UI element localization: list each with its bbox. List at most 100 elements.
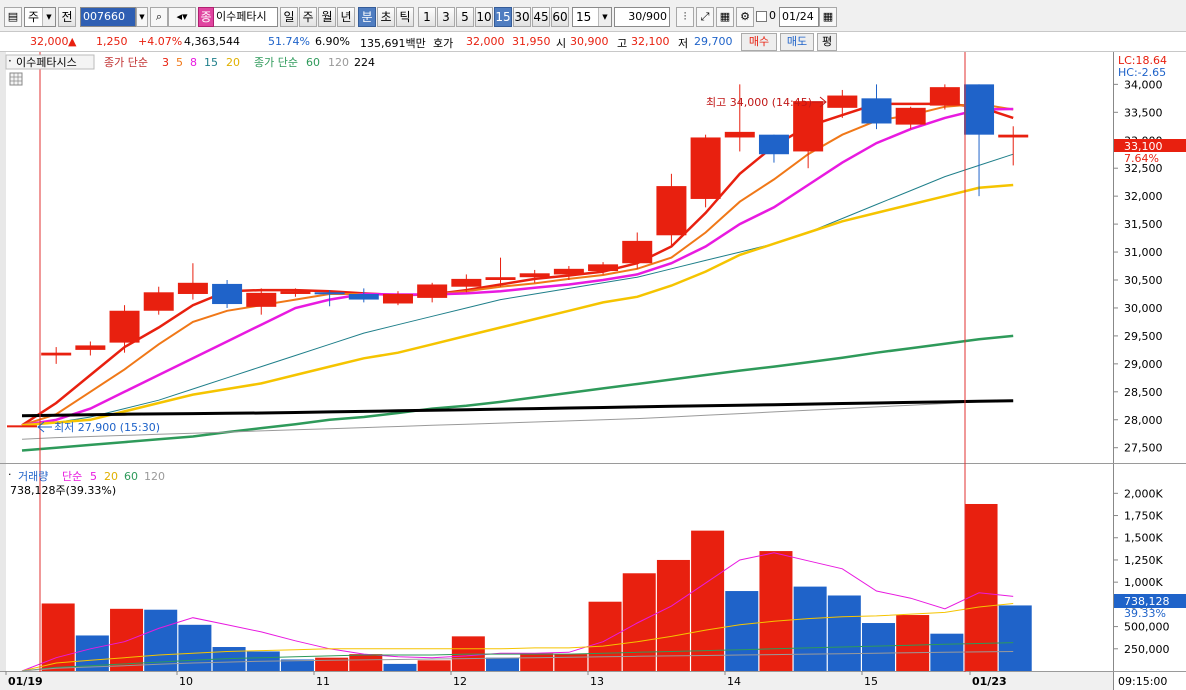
interval-button-5[interactable]: 5 bbox=[456, 7, 474, 27]
candle-body bbox=[964, 84, 995, 135]
period-button-week[interactable]: 주 bbox=[299, 7, 317, 27]
x-tick-label: 10 bbox=[179, 675, 193, 688]
volume-bar bbox=[862, 623, 895, 671]
stock-badge: 종 bbox=[198, 7, 214, 27]
y-tick-label: 34,000 bbox=[1124, 78, 1163, 91]
date-checkbox-label: 0 bbox=[769, 9, 776, 22]
interval-button-45[interactable]: 45 bbox=[532, 7, 550, 27]
interval-button-1[interactable]: 1 bbox=[418, 7, 436, 27]
bid-price: 31,950 bbox=[512, 35, 551, 48]
candle-body bbox=[861, 98, 892, 124]
volume-tick-label: 500,000 bbox=[1124, 621, 1170, 634]
ask-price: 32,000 bbox=[466, 35, 505, 48]
period-select[interactable]: 주 ▼ bbox=[24, 7, 56, 27]
candle-body bbox=[998, 134, 1029, 138]
code-dropdown-icon[interactable]: ▼ bbox=[136, 7, 148, 27]
date-input[interactable]: 01/24 bbox=[779, 7, 819, 27]
search-icon[interactable]: ⌕ bbox=[150, 7, 168, 27]
open-price: 30,900 bbox=[570, 35, 609, 48]
period-button-month[interactable]: 월 bbox=[318, 7, 336, 27]
interval-select[interactable]: 15 ▼ bbox=[572, 7, 612, 27]
chart-menu-icon[interactable]: ▤ bbox=[4, 7, 22, 27]
candle-body bbox=[314, 292, 345, 295]
low-price: 29,700 bbox=[694, 35, 733, 48]
legend-volume-label: 거래량 bbox=[18, 470, 48, 483]
y-tick-label: 32,000 bbox=[1124, 190, 1163, 203]
candle-type-icon[interactable]: ⫶ bbox=[676, 7, 694, 27]
interval-button-15[interactable]: 15 bbox=[494, 7, 512, 27]
legend-ma-label: 종가 단순 bbox=[104, 56, 148, 69]
interval-button-60[interactable]: 60 bbox=[551, 7, 569, 27]
volume-value: 4,363,544 bbox=[184, 35, 240, 48]
y-tick-label: 33,500 bbox=[1124, 106, 1163, 119]
table-icon[interactable] bbox=[9, 72, 23, 86]
period-button-year[interactable]: 년 bbox=[337, 7, 355, 27]
quote-bar: 32,000 ▲ 1,250 +4.07% 4,363,544 51.74% 6… bbox=[0, 32, 1186, 52]
interval-button-3[interactable]: 3 bbox=[437, 7, 455, 27]
high-label: 고 bbox=[617, 37, 628, 50]
candle-body bbox=[451, 278, 482, 287]
volume-bar bbox=[759, 551, 793, 671]
calendar-icon[interactable]: ▦ bbox=[819, 7, 837, 27]
legend-ma120: 120 bbox=[328, 56, 349, 69]
x-tick-label: 11 bbox=[316, 675, 330, 688]
stock-chart[interactable]: 27,500 28,000 28,500 29,000 29,500 30,000 30,5… bbox=[0, 52, 1186, 690]
high-annotation: 최고 34,000 (14:45) bbox=[706, 96, 812, 109]
indicator-icon[interactable]: ▦ bbox=[716, 7, 734, 27]
legend-ma15: 15 bbox=[204, 56, 218, 69]
candle-body bbox=[41, 352, 72, 356]
y-tick-label: 30,000 bbox=[1124, 302, 1163, 315]
chevron-down-icon: ▼ bbox=[42, 8, 55, 26]
chevron-down-icon: ▼ bbox=[598, 8, 611, 26]
candle-body bbox=[280, 291, 311, 294]
prev-button[interactable]: 전 bbox=[58, 7, 76, 27]
candle-body bbox=[588, 264, 619, 272]
trade-amount: 135,691백만 bbox=[360, 37, 426, 50]
price-change: 1,250 bbox=[96, 35, 128, 48]
current-price: 32,000 bbox=[30, 35, 69, 48]
y-tick-label: 31,500 bbox=[1124, 218, 1163, 231]
period-button-tick[interactable]: 틱 bbox=[396, 7, 414, 27]
stock-name-field[interactable]: 이수페타시 bbox=[214, 7, 278, 27]
volume-bar bbox=[896, 615, 930, 671]
period-select-value: 주 bbox=[28, 10, 40, 24]
legend-vol-ma120: 120 bbox=[144, 470, 165, 483]
candle-body bbox=[724, 131, 755, 138]
interval-button-10[interactable]: 10 bbox=[475, 7, 493, 27]
candle-body bbox=[553, 268, 584, 275]
y-tick-label: 27,500 bbox=[1124, 442, 1163, 455]
legend-ma2-label: 종가 단순 bbox=[254, 56, 298, 69]
candle-body bbox=[177, 282, 208, 294]
date-checkbox[interactable] bbox=[756, 11, 767, 22]
interval-button-30[interactable]: 30 bbox=[513, 7, 531, 27]
candle-body bbox=[929, 87, 960, 106]
candle-body bbox=[622, 240, 653, 264]
settings-icon[interactable]: ⚙ bbox=[736, 7, 754, 27]
y-tick-label: 29,000 bbox=[1124, 358, 1163, 371]
x-tick-label: 01/19 bbox=[8, 675, 43, 688]
candle-body bbox=[485, 277, 516, 281]
volume-bar bbox=[793, 586, 827, 671]
volume-tick-label: 1,500K bbox=[1124, 532, 1163, 545]
zoom-icon[interactable]: ⤢ bbox=[696, 7, 714, 27]
volume-bar bbox=[520, 653, 554, 671]
period-button-day[interactable]: 일 bbox=[280, 7, 298, 27]
buy-button[interactable]: 매수 bbox=[741, 33, 777, 51]
legend-vol-ma60: 60 bbox=[124, 470, 138, 483]
chart-background bbox=[0, 52, 1186, 690]
count-input[interactable]: 30/900 bbox=[614, 7, 670, 27]
volume-bar bbox=[725, 591, 759, 671]
volume-ratio: 51.74% bbox=[268, 35, 310, 48]
volume-bar bbox=[827, 595, 861, 671]
period-button-minute[interactable]: 분 bbox=[358, 7, 376, 27]
low-label: 저 bbox=[678, 37, 689, 50]
period-button-second[interactable]: 초 bbox=[377, 7, 395, 27]
candle-body bbox=[656, 186, 687, 236]
x-axis-background bbox=[0, 672, 1113, 690]
sound-icon[interactable]: ◂▾ bbox=[168, 7, 196, 27]
candle-body bbox=[758, 134, 789, 155]
eval-button[interactable]: 평 bbox=[817, 33, 837, 51]
candle-body bbox=[7, 425, 37, 428]
sell-button[interactable]: 매도 bbox=[780, 33, 814, 51]
stock-code-input[interactable]: 007660 bbox=[80, 7, 136, 27]
